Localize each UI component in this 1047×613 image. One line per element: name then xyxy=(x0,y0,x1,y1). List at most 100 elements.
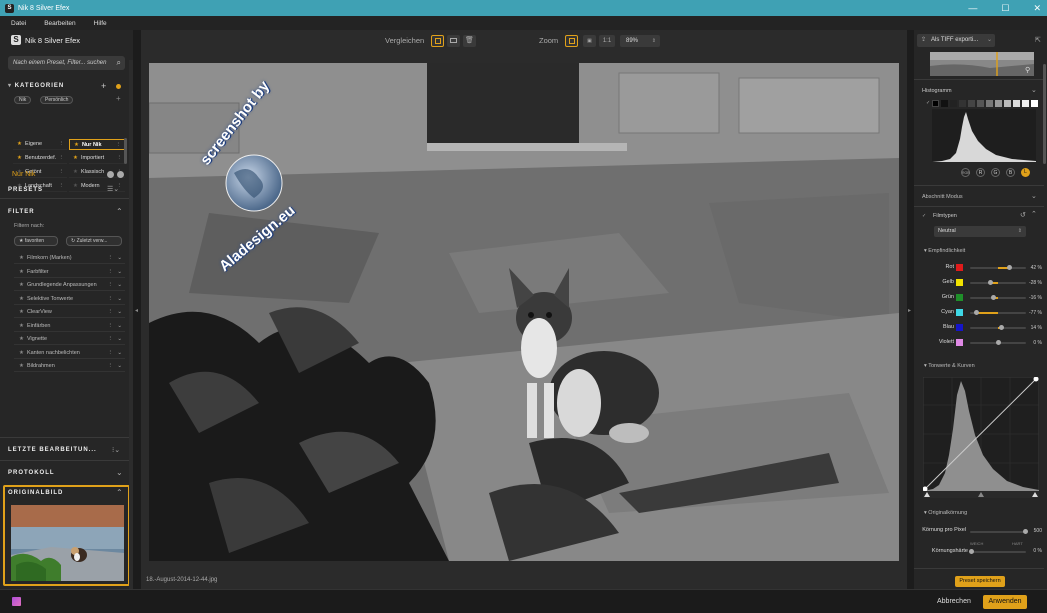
filter-item[interactable]: ★ Selektive Tonwerte ⋮ ⌄ xyxy=(14,293,125,305)
category-label: Nur Nik xyxy=(81,142,102,148)
curves-header[interactable]: ▾ Tonwerte & Kurven xyxy=(924,363,975,369)
channel-g-button[interactable]: G xyxy=(991,168,1000,177)
search-input[interactable]: Nach einem Preset, Filter... suchen ⌕ xyxy=(8,56,125,70)
filmtype-select[interactable]: Neutral ⇕ xyxy=(934,226,1026,237)
categories-header[interactable]: ▾ KATEGORIEN xyxy=(8,82,64,89)
list-view-icon[interactable]: ☰⌄ xyxy=(107,185,119,193)
save-preset-button[interactable]: Preset speichern xyxy=(955,576,1005,587)
grain-hardness-slider[interactable] xyxy=(969,549,1026,554)
add-preset-icon[interactable] xyxy=(107,171,114,178)
minimize-button[interactable]: — xyxy=(968,3,977,13)
active-category-label: Nur Nik xyxy=(12,171,36,178)
filter-item[interactable]: ★ Bildrahmen ⋮ ⌄ xyxy=(14,360,125,372)
chevron-up-icon[interactable]: ⌃ xyxy=(116,207,123,216)
navigator-thumbnail[interactable]: ⚲ xyxy=(930,52,1034,76)
color-swatch xyxy=(956,309,963,316)
filter-item[interactable]: ★ Farbfilter ⋮ ⌄ xyxy=(14,266,125,278)
cancel-button[interactable]: Abbrechen xyxy=(937,598,971,605)
chevron-up-icon[interactable]: ⌃ xyxy=(1031,210,1037,218)
slider-knob[interactable] xyxy=(987,280,993,285)
zoom-select[interactable]: 89% ⇕ xyxy=(620,35,660,47)
slider-knob[interactable] xyxy=(999,325,1005,330)
slider-knob[interactable] xyxy=(969,549,974,554)
menu-hilfe[interactable]: Hilfe xyxy=(94,20,107,27)
protocol-header[interactable]: PROTOKOLL xyxy=(8,470,55,476)
slider-knob[interactable] xyxy=(991,295,997,300)
add-pill-icon[interactable]: + xyxy=(116,94,121,103)
filter-item[interactable]: ★ Filmkorn (Marken) ⋮ ⌄ xyxy=(14,252,125,264)
color-swatch xyxy=(956,324,963,331)
search-icon[interactable]: ⌕ xyxy=(117,58,121,68)
collapse-right-icon[interactable]: ▸ xyxy=(908,307,911,314)
category-scrollbar[interactable] xyxy=(124,138,127,164)
close-button[interactable]: ✕ xyxy=(1033,3,1041,14)
menu-datei[interactable]: Datei xyxy=(11,20,26,27)
collapse-left-icon[interactable]: ◂ xyxy=(135,307,138,314)
sensitivity-slider[interactable] xyxy=(970,280,1026,285)
reset-icon[interactable]: ↺ xyxy=(1020,211,1026,219)
star-icon: ★ xyxy=(19,349,24,356)
pill-personal[interactable]: Persönlich xyxy=(40,96,74,104)
recent-edits-header[interactable]: LETZTE BEARBEITUN... xyxy=(8,447,97,453)
filter-item[interactable]: ★ Vignette ⋮ ⌄ xyxy=(14,333,125,345)
add-category-icon[interactable]: + xyxy=(101,81,106,91)
filter-item[interactable]: ★ Grundlegende Anpassungen ⋮ ⌄ xyxy=(14,279,125,291)
chevron-up-icon[interactable]: ⌃ xyxy=(116,488,123,497)
checkmark-icon[interactable]: ✓ xyxy=(922,213,926,219)
preview-image[interactable] xyxy=(149,63,899,561)
category-nur-nik[interactable]: ★ Nur Nik ⋮ xyxy=(69,139,125,150)
chevron-down-icon[interactable]: ⌄ xyxy=(1031,86,1037,94)
filter-item[interactable]: ★ ClearView ⋮ ⌄ xyxy=(14,306,125,318)
channel-b-button[interactable]: B xyxy=(1006,168,1015,177)
category-benutzerdef[interactable]: ★ Benutzerdef. ⋮ xyxy=(13,153,67,164)
right-splitter[interactable]: ▸ xyxy=(907,30,914,589)
filter-item[interactable]: ★ Kanten nachbelichten ⋮ ⌄ xyxy=(14,347,125,359)
checkmark-icon[interactable]: ✓ xyxy=(926,100,930,106)
presets-header[interactable]: PRESETS xyxy=(8,187,43,193)
maximize-button[interactable]: ☐ xyxy=(1001,3,1009,14)
expand-icon[interactable]: ⇱ xyxy=(1035,36,1041,44)
right-panel-scrollbar[interactable] xyxy=(1043,64,1046,164)
sensitivity-slider[interactable] xyxy=(970,295,1026,300)
slider-knob[interactable] xyxy=(995,340,1001,345)
settings-icon[interactable] xyxy=(117,171,124,178)
category-importiert[interactable]: ★ Importiert ⋮ xyxy=(69,153,125,164)
sensitivity-slider[interactable] xyxy=(970,340,1026,345)
chevron-down-icon[interactable]: ⌄ xyxy=(1031,192,1037,200)
tone-curve-editor[interactable] xyxy=(923,377,1039,498)
grain-soft-label: WEICH xyxy=(970,541,984,546)
apply-button[interactable]: Anwenden xyxy=(983,595,1027,609)
favorites-filter-button[interactable]: ★ favoriten xyxy=(14,236,58,246)
sensitivity-slider[interactable] xyxy=(970,325,1026,330)
compare-delete-icon[interactable]: 🗑 xyxy=(463,35,476,47)
slider-knob[interactable] xyxy=(973,310,979,315)
export-button[interactable]: ⇪ Als TIFF exporti... ⌄ xyxy=(917,34,995,47)
sensitivity-slider[interactable] xyxy=(970,265,1026,270)
slider-knob[interactable] xyxy=(1007,265,1013,270)
left-splitter[interactable]: ◂ xyxy=(133,30,141,589)
channel-rgb-button[interactable]: RGB xyxy=(961,168,970,177)
grain-per-pixel-slider[interactable] xyxy=(970,529,1028,534)
grain-header[interactable]: ▾ Originalkörnung xyxy=(924,510,967,516)
menu-bearbeiten[interactable]: Bearbeiten xyxy=(44,20,75,27)
channel-r-button[interactable]: R xyxy=(976,168,985,177)
chevron-down-icon[interactable]: ⌄ xyxy=(116,468,123,477)
pill-nik[interactable]: Nik xyxy=(14,96,32,104)
chevron-down-icon[interactable]: ⁝⌄ xyxy=(112,446,120,454)
sensitivity-slider[interactable] xyxy=(970,310,1026,315)
sensitivity-value: -16 % xyxy=(1028,295,1042,301)
zoom-fill-icon[interactable]: ▣ xyxy=(583,35,596,47)
filter-header[interactable]: FILTER xyxy=(8,209,35,215)
channel-l-button[interactable]: L xyxy=(1021,168,1030,177)
zoom-fit-icon[interactable] xyxy=(565,35,578,47)
compare-single-icon[interactable] xyxy=(431,35,444,47)
sensitivity-header[interactable]: ▾ Empfindlichkeit xyxy=(924,248,965,254)
filter-item[interactable]: ★ Einfärben ⋮ ⌄ xyxy=(14,320,125,332)
app-badge-icon[interactable] xyxy=(12,597,21,606)
compare-split-icon[interactable] xyxy=(447,35,460,47)
recent-filter-button[interactable]: ↻ Zuletzt verw... xyxy=(66,236,122,246)
original-image-header[interactable]: ORIGINALBILD xyxy=(8,490,63,496)
zoom-1to1-button[interactable]: 1:1 xyxy=(599,35,615,47)
chevron-down-icon: ⌄ xyxy=(986,37,992,43)
category-eigene[interactable]: ★ Eigene ⋮ xyxy=(13,139,67,150)
